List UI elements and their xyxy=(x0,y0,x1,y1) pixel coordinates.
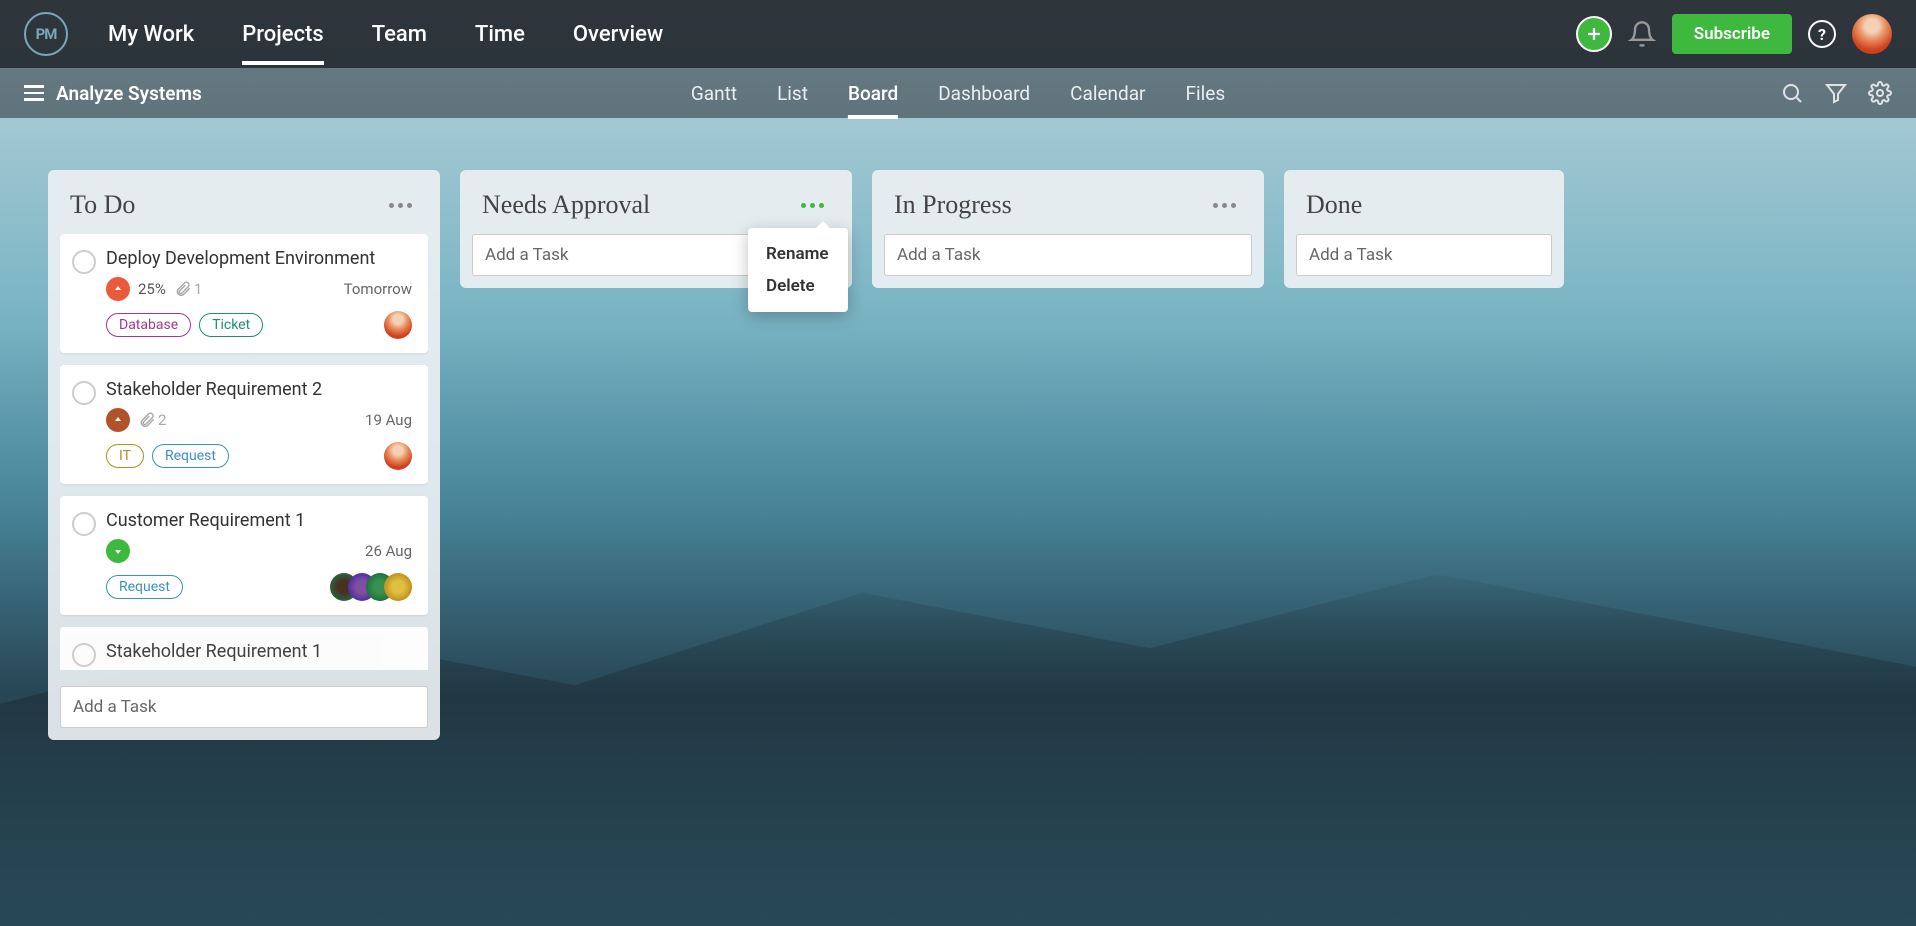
due-date: Tomorrow xyxy=(344,280,412,298)
card-meta-row: 25% 1 Tomorrow xyxy=(106,277,412,301)
nav-time[interactable]: Time xyxy=(475,4,525,65)
top-navigation: PM My Work Projects Team Time Overview S… xyxy=(0,0,1916,68)
sub-navigation: Analyze Systems Gantt List Board Dashboa… xyxy=(0,68,1916,118)
nav-team[interactable]: Team xyxy=(372,4,427,65)
subnav-right xyxy=(1780,81,1892,105)
kanban-board: To Do Deploy Development Environment 25%… xyxy=(0,118,1916,926)
add-task-input[interactable] xyxy=(1296,234,1552,276)
column-in-progress: In Progress xyxy=(872,170,1264,288)
card-meta-row: 26 Aug xyxy=(106,539,412,563)
add-button[interactable] xyxy=(1576,16,1612,52)
subnav-left: Analyze Systems xyxy=(24,82,202,105)
column-header: Needs Approval xyxy=(472,182,840,234)
tag-it[interactable]: IT xyxy=(106,444,144,468)
logo[interactable]: PM xyxy=(24,12,68,56)
column-done: Done xyxy=(1284,170,1564,288)
add-task-input[interactable] xyxy=(884,234,1252,276)
assignee-avatar xyxy=(384,573,412,601)
dropdown-rename[interactable]: Rename xyxy=(748,238,848,270)
tab-dashboard[interactable]: Dashboard xyxy=(938,70,1030,117)
attachment-count: 1 xyxy=(174,280,202,298)
due-date: 26 Aug xyxy=(365,542,412,560)
assignee-avatar-stack[interactable] xyxy=(330,573,412,601)
card-title: Stakeholder Requirement 2 xyxy=(106,379,412,400)
card-title: Deploy Development Environment xyxy=(106,248,412,269)
card-title: Stakeholder Requirement 1 xyxy=(106,641,412,662)
tab-board[interactable]: Board xyxy=(848,70,898,117)
tag-request[interactable]: Request xyxy=(106,575,183,599)
user-avatar[interactable] xyxy=(1852,14,1892,54)
card-body: Deploy Development Environment 25% 1 Tom… xyxy=(106,248,412,339)
card-list: Deploy Development Environment 25% 1 Tom… xyxy=(60,234,428,674)
assignee-avatar[interactable] xyxy=(384,311,412,339)
column-menu-button[interactable] xyxy=(1207,197,1242,214)
column-todo: To Do Deploy Development Environment 25%… xyxy=(48,170,440,740)
bell-icon[interactable] xyxy=(1628,20,1656,48)
plus-icon xyxy=(1585,25,1603,43)
card-meta-row: 2 19 Aug xyxy=(106,408,412,432)
column-menu-button[interactable] xyxy=(795,197,830,214)
column-header: In Progress xyxy=(884,182,1252,234)
complete-checkbox[interactable] xyxy=(72,512,96,536)
task-card[interactable]: Stakeholder Requirement 1 xyxy=(60,627,428,670)
column-title: To Do xyxy=(70,190,135,220)
tag-database[interactable]: Database xyxy=(106,313,191,337)
tab-list[interactable]: List xyxy=(777,70,808,117)
tab-gantt[interactable]: Gantt xyxy=(691,70,737,117)
card-body: Customer Requirement 1 26 Aug Request xyxy=(106,510,412,601)
assignee-avatar[interactable] xyxy=(384,442,412,470)
nav-overview[interactable]: Overview xyxy=(573,4,663,65)
complete-checkbox[interactable] xyxy=(72,250,96,274)
column-title: Done xyxy=(1306,190,1362,220)
filter-icon[interactable] xyxy=(1824,81,1848,105)
attachment-count: 2 xyxy=(138,411,166,429)
priority-high-icon xyxy=(106,277,130,301)
priority-low-icon xyxy=(106,539,130,563)
add-task-input[interactable] xyxy=(60,686,428,728)
dropdown-delete[interactable]: Delete xyxy=(748,270,848,302)
nav-projects[interactable]: Projects xyxy=(242,4,323,65)
column-needs-approval: Needs Approval Rename Delete xyxy=(460,170,852,288)
priority-medium-icon xyxy=(106,408,130,432)
subscribe-button[interactable]: Subscribe xyxy=(1672,14,1792,54)
view-tabs: Gantt List Board Dashboard Calendar File… xyxy=(691,70,1225,117)
tags-row: Database Ticket xyxy=(106,311,412,339)
task-card[interactable]: Customer Requirement 1 26 Aug Request xyxy=(60,496,428,615)
topnav-right: Subscribe ? xyxy=(1576,14,1892,54)
column-title: Needs Approval xyxy=(482,190,650,220)
column-header: To Do xyxy=(60,182,428,234)
nav-items: My Work Projects Team Time Overview xyxy=(108,4,1576,65)
search-icon[interactable] xyxy=(1780,81,1804,105)
column-title: In Progress xyxy=(894,190,1012,220)
column-menu-button[interactable] xyxy=(383,197,418,214)
task-card[interactable]: Deploy Development Environment 25% 1 Tom… xyxy=(60,234,428,353)
tab-calendar[interactable]: Calendar xyxy=(1070,70,1145,117)
task-card[interactable]: Stakeholder Requirement 2 2 19 Aug IT Re… xyxy=(60,365,428,484)
tab-files[interactable]: Files xyxy=(1186,70,1226,117)
tag-request[interactable]: Request xyxy=(152,444,229,468)
card-title: Customer Requirement 1 xyxy=(106,510,412,531)
tags-row: Request xyxy=(106,573,412,601)
complete-checkbox[interactable] xyxy=(72,381,96,405)
help-button[interactable]: ? xyxy=(1808,20,1836,48)
due-date: 19 Aug xyxy=(365,411,412,429)
tag-ticket[interactable]: Ticket xyxy=(199,313,263,337)
column-dropdown: Rename Delete xyxy=(748,228,848,312)
paperclip-icon xyxy=(174,280,192,298)
paperclip-icon xyxy=(138,411,156,429)
card-body: Stakeholder Requirement 2 2 19 Aug IT Re… xyxy=(106,379,412,470)
gear-icon[interactable] xyxy=(1868,81,1892,105)
progress-percent: 25% xyxy=(138,280,166,298)
complete-checkbox[interactable] xyxy=(72,643,96,667)
column-header: Done xyxy=(1296,182,1552,234)
card-body: Stakeholder Requirement 1 xyxy=(106,641,412,670)
hamburger-icon[interactable] xyxy=(24,85,44,101)
project-name: Analyze Systems xyxy=(56,82,202,105)
nav-my-work[interactable]: My Work xyxy=(108,4,194,65)
tags-row: IT Request xyxy=(106,442,412,470)
